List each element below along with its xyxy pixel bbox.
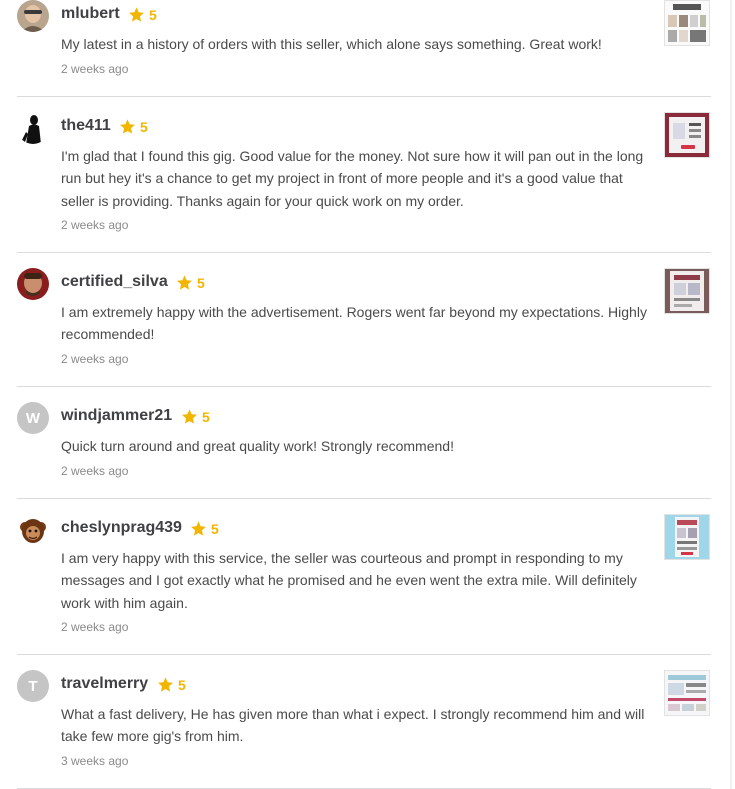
star-icon xyxy=(120,119,135,134)
rating-value: 5 xyxy=(149,6,157,23)
username[interactable]: travelmerry xyxy=(61,675,148,693)
attachment-thumbnail[interactable] xyxy=(664,112,710,158)
review-text: Quick turn around and great quality work… xyxy=(61,438,454,454)
divider xyxy=(17,498,711,499)
username[interactable]: certified_silva xyxy=(61,273,168,291)
rating: 5 xyxy=(190,520,219,537)
attachment-thumbnail[interactable] xyxy=(664,670,710,716)
rating-value: 5 xyxy=(211,520,219,537)
username[interactable]: mlubert xyxy=(61,5,120,23)
review-text: I'm glad that I found this gig. Good val… xyxy=(61,148,644,209)
divider xyxy=(17,386,711,387)
scroll-edge xyxy=(730,0,732,789)
avatar[interactable]: T xyxy=(17,670,49,702)
rating: 5 xyxy=(119,118,148,135)
rating-value: 5 xyxy=(202,408,210,425)
review-time: 2 weeks ago xyxy=(61,464,129,478)
rating-value: 5 xyxy=(178,676,186,693)
avatar[interactable] xyxy=(17,0,49,32)
star-icon xyxy=(182,409,197,424)
rating: 5 xyxy=(128,6,157,23)
avatar[interactable] xyxy=(17,268,49,300)
username[interactable]: windjammer21 xyxy=(61,407,172,425)
avatar[interactable] xyxy=(17,514,49,546)
star-icon xyxy=(129,7,144,22)
review-time: 3 weeks ago xyxy=(61,754,129,768)
rating: 5 xyxy=(176,274,205,291)
review-time: 2 weeks ago xyxy=(61,218,129,232)
review-text: What a fast delivery, He has given more … xyxy=(61,706,645,745)
rating: 5 xyxy=(157,676,186,693)
avatar[interactable]: W xyxy=(17,402,49,434)
attachment-thumbnail[interactable] xyxy=(664,0,710,46)
review-text: My latest in a history of orders with th… xyxy=(61,36,602,52)
review-time: 2 weeks ago xyxy=(61,62,129,76)
divider xyxy=(17,654,711,655)
star-icon xyxy=(191,521,206,536)
rating: 5 xyxy=(181,408,210,425)
attachment-thumbnail[interactable] xyxy=(664,268,710,314)
username[interactable]: the411 xyxy=(61,117,111,135)
review-text: I am very happy with this service, the s… xyxy=(61,550,637,611)
rating-value: 5 xyxy=(197,274,205,291)
review-text: I am extremely happy with the advertisem… xyxy=(61,304,647,343)
star-icon xyxy=(177,275,192,290)
review-time: 2 weeks ago xyxy=(61,620,129,634)
star-icon xyxy=(158,677,173,692)
divider xyxy=(17,252,711,253)
username[interactable]: cheslynprag439 xyxy=(61,519,182,537)
avatar[interactable] xyxy=(17,112,49,144)
rating-value: 5 xyxy=(140,118,148,135)
attachment-thumbnail[interactable] xyxy=(664,514,710,560)
review-time: 2 weeks ago xyxy=(61,352,129,366)
divider xyxy=(17,96,711,97)
